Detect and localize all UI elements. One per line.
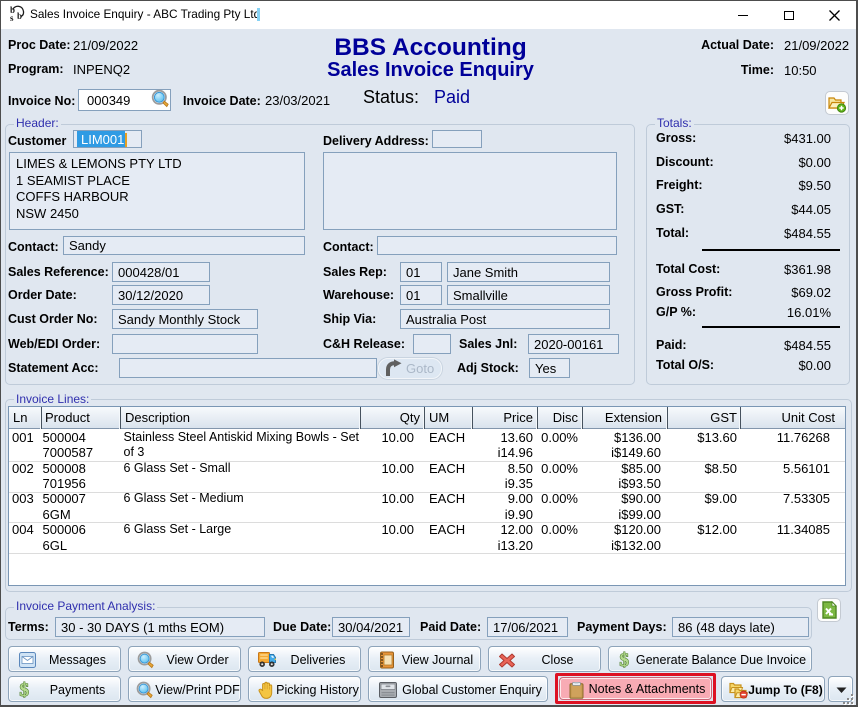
svg-text:s: s [10,13,14,23]
svg-text:$: $ [620,651,630,670]
svg-text:b: b [17,11,22,21]
svg-text:$: $ [20,681,30,700]
